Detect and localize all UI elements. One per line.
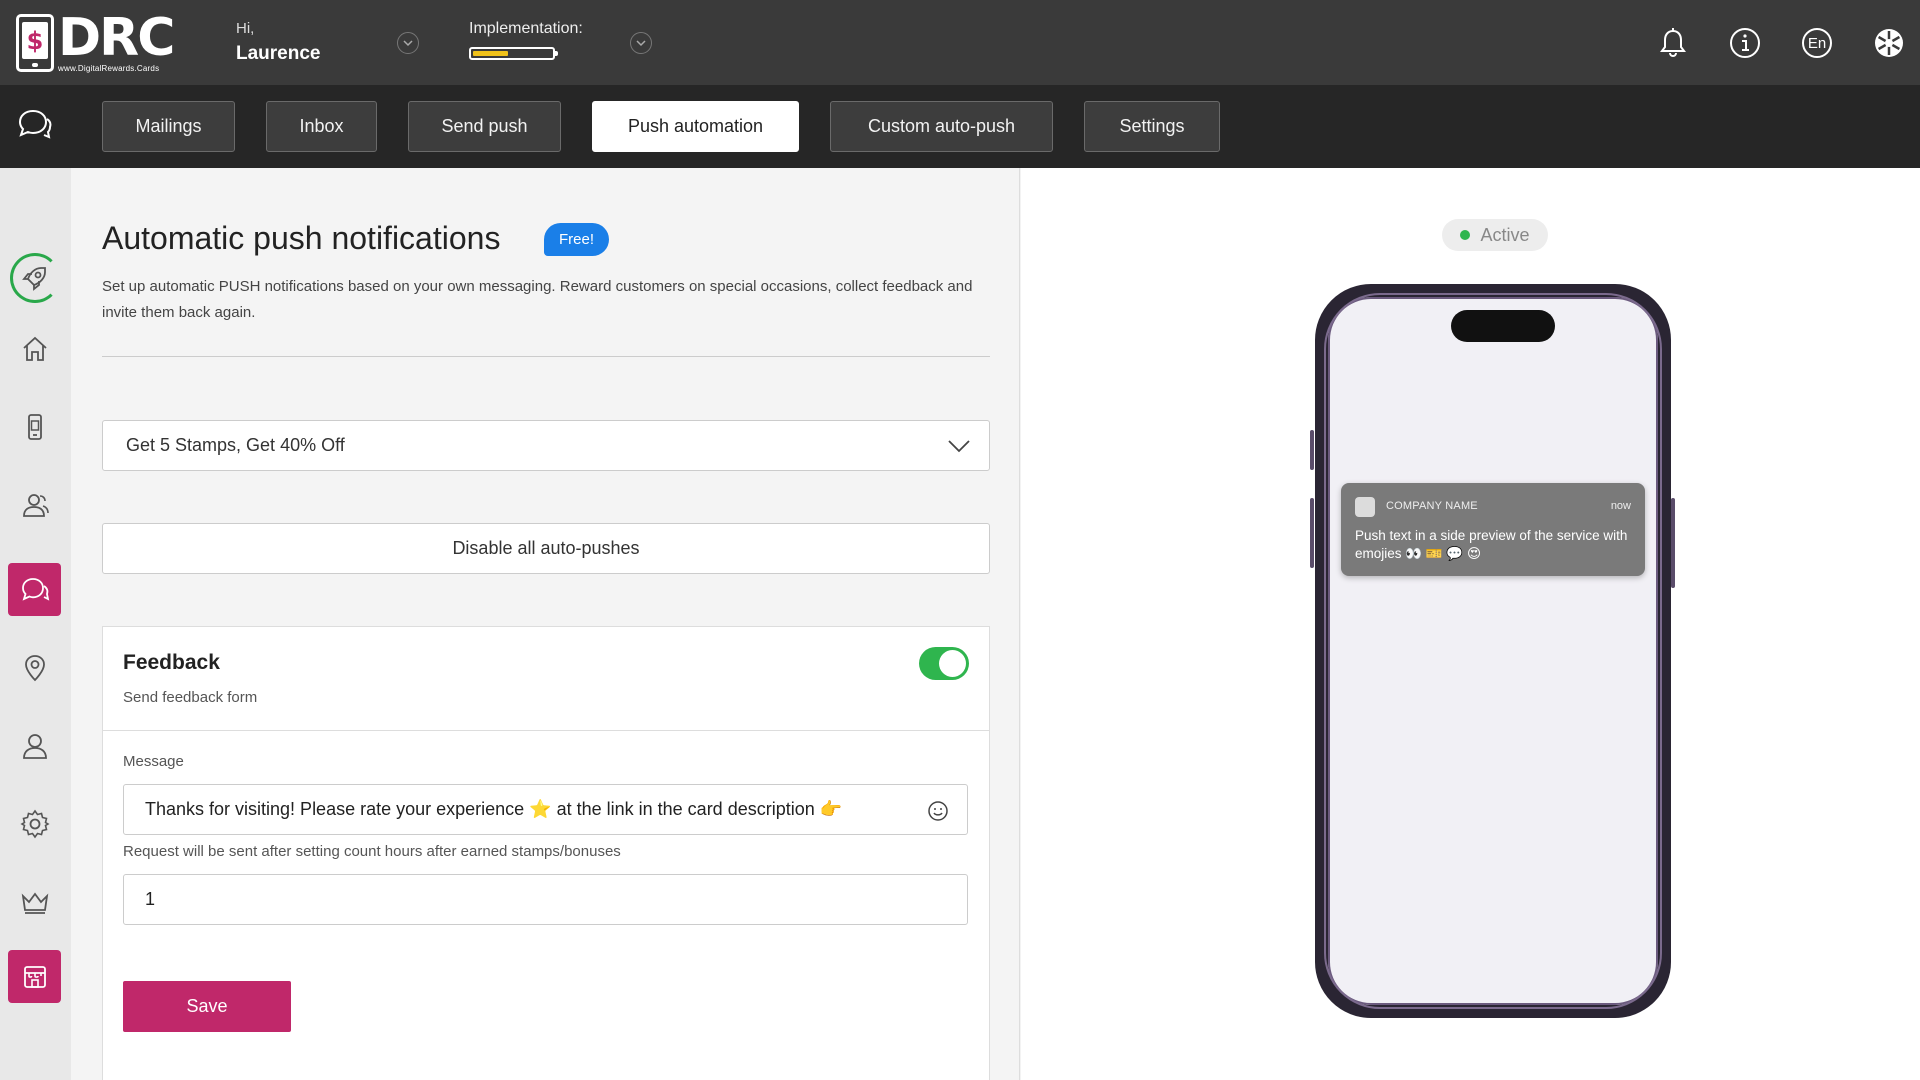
save-button[interactable]: Save — [123, 981, 291, 1032]
implementation-progress: Implementation: — [469, 20, 583, 60]
app-icon — [1355, 497, 1375, 517]
sidebar-item-cards[interactable] — [8, 400, 61, 453]
sidebar-item-messages[interactable] — [8, 563, 61, 616]
rocket-icon — [22, 267, 46, 291]
feedback-title: Feedback — [123, 651, 220, 674]
sidebar-item-premium[interactable] — [8, 875, 61, 928]
notification-app-name: COMPANY NAME — [1386, 500, 1478, 512]
phone-mockup: COMPANY NAME now Push text in a side pre… — [1315, 284, 1671, 1018]
phone-preview-panel: Active COMPANY NAME now Push text in a s… — [1021, 168, 1920, 1080]
dynamic-island — [1451, 310, 1555, 342]
notification-text: Push text in a side preview of the servi… — [1355, 528, 1628, 561]
sidebar — [0, 168, 71, 1080]
language-label: En — [1807, 34, 1827, 52]
user-menu-chevron-icon[interactable] — [397, 32, 419, 54]
phone-card-icon — [27, 413, 42, 440]
settings-snowflake-icon[interactable] — [1868, 22, 1910, 64]
page-title: Automatic push notifications — [102, 220, 501, 256]
free-badge: Free! — [544, 223, 609, 256]
user-name: Laurence — [236, 43, 321, 64]
feedback-subtitle: Send feedback form — [123, 689, 258, 706]
logo-text: DRC — [58, 8, 175, 68]
hours-value: 1 — [145, 889, 156, 909]
main-panel: Automatic push notifications Free! Set u… — [71, 168, 1020, 1080]
sidebar-item-rocket[interactable] — [10, 253, 60, 303]
feedback-card: Feedback Send feedback form Message Than… — [102, 626, 990, 1080]
logo-url: www.DigitalRewards.Cards — [58, 64, 160, 73]
feedback-toggle[interactable] — [919, 647, 969, 680]
tab-send-push[interactable]: Send push — [408, 101, 561, 152]
implementation-chevron-icon[interactable] — [630, 32, 652, 54]
sidebar-item-locations[interactable] — [8, 641, 61, 694]
gear-icon — [19, 809, 50, 838]
message-value: Thanks for visiting! Please rate your ex… — [145, 799, 843, 819]
campaign-select-value: Get 5 Stamps, Get 40% Off — [126, 435, 345, 455]
tab-settings[interactable]: Settings — [1084, 101, 1220, 152]
location-icon — [24, 654, 45, 681]
disable-all-auto-pushes-button[interactable]: Disable all auto-pushes — [102, 523, 990, 574]
bell-icon[interactable] — [1652, 22, 1694, 64]
status-text: Active — [1480, 224, 1530, 245]
implementation-fill — [473, 51, 509, 56]
status-badge: Active — [1442, 219, 1548, 251]
divider — [102, 356, 990, 357]
user-icon — [22, 733, 47, 759]
drc-logo[interactable]: DRC www.DigitalRewards.Cards — [16, 8, 175, 74]
sub-navigation: Mailings Inbox Send push Push automation… — [0, 85, 1920, 168]
page-description: Set up automatic PUSH notifications base… — [102, 278, 973, 321]
phone-volume-button — [1310, 498, 1314, 568]
user-greeting: Hi, Laurence — [236, 20, 320, 65]
chat-icon — [21, 577, 49, 601]
hours-label: Request will be sent after setting count… — [123, 843, 621, 860]
greeting-text: Hi, — [236, 20, 255, 37]
crown-icon — [21, 892, 48, 914]
message-label: Message — [123, 753, 184, 770]
hours-input[interactable]: 1 — [123, 874, 968, 925]
push-notification-preview: COMPANY NAME now Push text in a side pre… — [1341, 483, 1645, 576]
sidebar-item-store[interactable] — [8, 950, 61, 1003]
store-icon — [23, 965, 46, 988]
customers-icon — [22, 493, 49, 517]
home-icon — [22, 336, 47, 361]
emoji-picker-icon[interactable] — [927, 800, 949, 822]
language-icon[interactable]: En — [1796, 22, 1838, 64]
implementation-label: Implementation: — [469, 20, 583, 37]
tab-push-automation[interactable]: Push automation — [592, 101, 799, 152]
feedback-card-header: Feedback Send feedback form — [103, 627, 989, 731]
tab-inbox[interactable]: Inbox — [266, 101, 377, 152]
phone-side-button — [1310, 430, 1314, 470]
sidebar-item-profile[interactable] — [8, 719, 61, 772]
sidebar-item-customers[interactable] — [8, 478, 61, 531]
chat-bubbles-icon — [16, 105, 54, 143]
top-header: DRC www.DigitalRewards.Cards Hi, Laurenc… — [0, 0, 1920, 85]
info-icon[interactable] — [1724, 22, 1766, 64]
notification-time: now — [1610, 500, 1631, 512]
campaign-select[interactable]: Get 5 Stamps, Get 40% Off — [102, 420, 990, 471]
phone-power-button — [1671, 498, 1675, 588]
implementation-battery — [469, 47, 558, 60]
chevron-down-icon — [948, 440, 970, 453]
message-input[interactable]: Thanks for visiting! Please rate your ex… — [123, 784, 968, 835]
tab-mailings[interactable]: Mailings — [102, 101, 235, 152]
tab-custom-auto-push[interactable]: Custom auto-push — [830, 101, 1053, 152]
logo-phone-icon — [16, 14, 54, 72]
status-dot — [1460, 230, 1471, 240]
sidebar-item-settings[interactable] — [8, 797, 61, 850]
sidebar-item-home[interactable] — [8, 322, 61, 375]
